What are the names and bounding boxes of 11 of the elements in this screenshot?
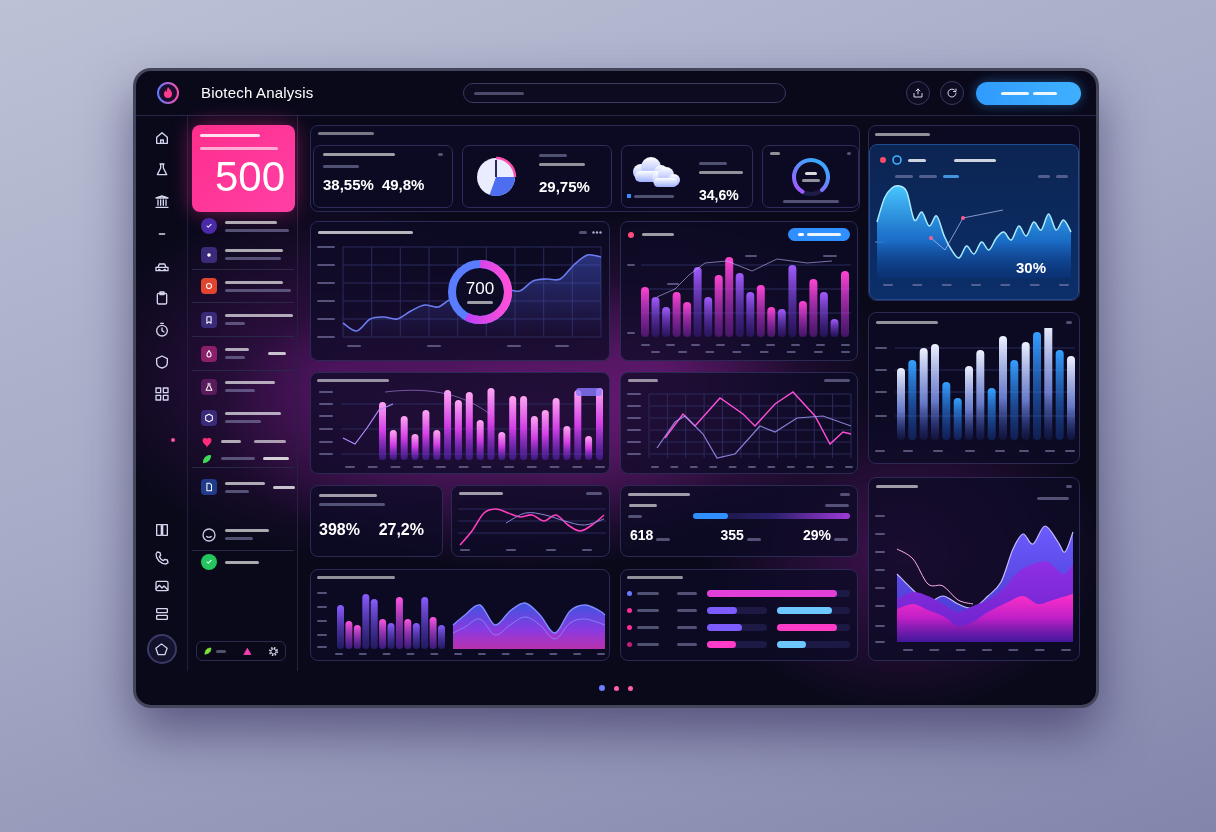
stat-value: 398% (319, 522, 360, 538)
stat-value: 29% (802, 528, 831, 542)
stat-value: 34,6% (699, 187, 739, 203)
highlight-value: 500 (214, 156, 285, 198)
stat-value: 29,75% (539, 178, 590, 195)
stat-value: 355 (720, 528, 744, 542)
stat-value: 618 (630, 528, 654, 542)
stat-value: 49,8% (381, 177, 425, 192)
stat-value: 27,2% (378, 522, 424, 538)
app-title: Biotech Analysis (201, 84, 314, 101)
stat-value: 38,55% (323, 177, 374, 192)
